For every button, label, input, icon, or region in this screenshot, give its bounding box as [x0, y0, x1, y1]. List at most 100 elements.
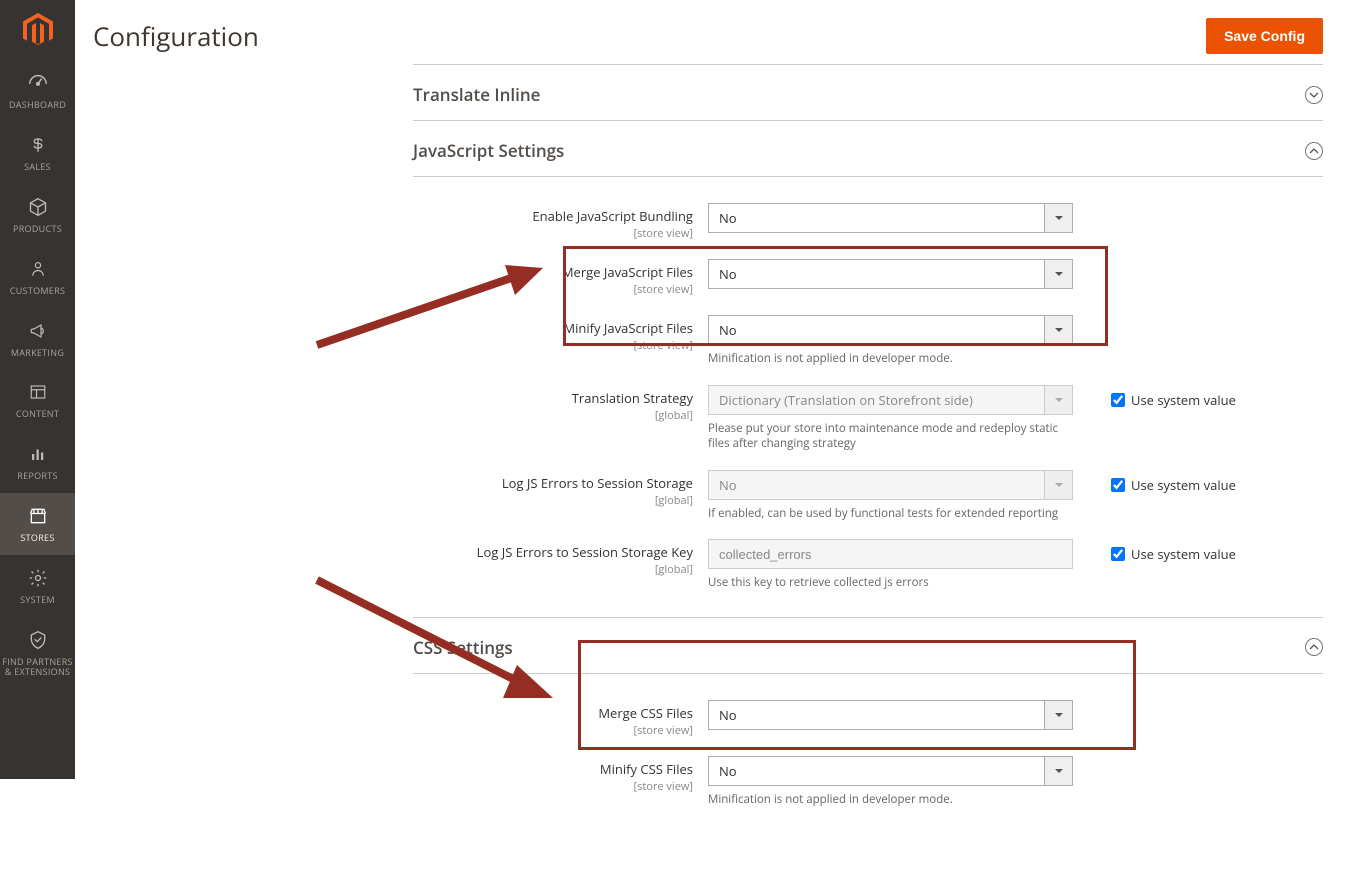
field-merge-js-files: Merge JavaScript Files [store view] No: [413, 259, 1323, 297]
log-js-errors-key-input: [708, 539, 1073, 569]
enable-js-bundling-select[interactable]: No: [708, 203, 1073, 233]
sidebar-item-stores[interactable]: STORES: [0, 493, 75, 555]
section-title: CSS Settings: [413, 636, 513, 659]
field-note: Minification is not applied in developer…: [708, 351, 1073, 367]
use-system-value-checkbox[interactable]: [1111, 478, 1125, 492]
javascript-settings-fields: Enable JavaScript Bundling [store view] …: [413, 177, 1323, 618]
sidebar-item-label: CONTENT: [16, 409, 59, 419]
field-label: Minify JavaScript Files [store view]: [413, 315, 708, 353]
sidebar-item-label: STORES: [20, 533, 54, 543]
magento-logo-icon[interactable]: [0, 0, 75, 60]
field-scope: [global]: [413, 562, 693, 577]
sidebar-item-label: REPORTS: [17, 471, 58, 481]
sidebar-item-label: DASHBOARD: [9, 100, 66, 110]
box-icon: [28, 194, 48, 220]
dropdown-arrow-icon: [1044, 204, 1072, 232]
field-scope: [store view]: [413, 779, 693, 794]
dropdown-arrow-icon: [1044, 316, 1072, 344]
sidebar-item-content[interactable]: CONTENT: [0, 369, 75, 431]
use-system-value-checkbox[interactable]: [1111, 547, 1125, 561]
chevron-down-icon: [1305, 86, 1323, 104]
select-value: No: [719, 706, 737, 724]
field-scope: [store view]: [413, 282, 693, 297]
dropdown-arrow-icon: [1044, 471, 1072, 499]
storefront-icon: [27, 503, 49, 529]
use-system-value-label[interactable]: Use system value: [1131, 391, 1236, 409]
field-label: Minify CSS Files [store view]: [413, 756, 708, 794]
person-icon: [29, 256, 47, 282]
field-note: Minification is not applied in developer…: [708, 792, 1073, 808]
use-system-value-wrap: Use system value: [1111, 385, 1236, 409]
sidebar-item-label: CUSTOMERS: [10, 286, 65, 296]
field-note: Please put your store into maintenance m…: [708, 421, 1073, 452]
use-system-value-wrap: Use system value: [1111, 470, 1236, 494]
sidebar-item-marketing[interactable]: MARKETING: [0, 308, 75, 370]
bar-chart-icon: [28, 441, 48, 467]
sidebar-item-dashboard[interactable]: DASHBOARD: [0, 60, 75, 122]
merge-js-files-select[interactable]: No: [708, 259, 1073, 289]
page-header: Configuration Save Config: [75, 0, 1351, 64]
field-label: Log JS Errors to Session Storage [global…: [413, 470, 708, 508]
page-title: Configuration: [93, 18, 259, 54]
dropdown-arrow-icon: [1044, 260, 1072, 288]
field-label: Log JS Errors to Session Storage Key [gl…: [413, 539, 708, 577]
label-text: Log JS Errors to Session Storage: [502, 474, 693, 492]
field-scope: [store view]: [413, 723, 693, 738]
dropdown-arrow-icon: [1044, 757, 1072, 785]
dropdown-arrow-icon: [1044, 386, 1072, 414]
section-title: Translate Inline: [413, 83, 540, 106]
field-label: Enable JavaScript Bundling [store view]: [413, 203, 708, 241]
sidebar-item-reports[interactable]: REPORTS: [0, 431, 75, 493]
partners-icon: [28, 627, 48, 653]
field-minify-css-files: Minify CSS Files [store view] No Minific…: [413, 756, 1323, 808]
field-merge-css-files: Merge CSS Files [store view] No: [413, 700, 1323, 738]
label-text: Minify JavaScript Files: [563, 319, 693, 337]
field-translation-strategy: Translation Strategy [global] Dictionary…: [413, 385, 1323, 452]
gauge-icon: [27, 70, 49, 96]
sidebar-item-label: MARKETING: [11, 348, 64, 358]
label-text: Merge JavaScript Files: [562, 263, 693, 281]
field-label: Translation Strategy [global]: [413, 385, 708, 423]
select-value: Dictionary (Translation on Storefront si…: [719, 391, 973, 409]
select-value: No: [719, 476, 737, 494]
sidebar-item-system[interactable]: SYSTEM: [0, 555, 75, 617]
chevron-up-icon: [1305, 142, 1323, 160]
section-header-css-settings[interactable]: CSS Settings: [413, 618, 1323, 674]
field-log-js-errors-key: Log JS Errors to Session Storage Key [gl…: [413, 539, 1323, 591]
dollar-icon: [29, 132, 47, 158]
use-system-value-label[interactable]: Use system value: [1131, 545, 1236, 563]
field-label: Merge JavaScript Files [store view]: [413, 259, 708, 297]
config-content: Translate Inline JavaScript Settings Ena…: [75, 64, 1351, 885]
chevron-up-icon: [1305, 638, 1323, 656]
translation-strategy-select: Dictionary (Translation on Storefront si…: [708, 385, 1073, 415]
megaphone-icon: [28, 318, 48, 344]
label-text: Minify CSS Files: [600, 760, 693, 778]
select-value: No: [719, 265, 737, 283]
sidebar-item-customers[interactable]: CUSTOMERS: [0, 246, 75, 308]
section-header-translate-inline[interactable]: Translate Inline: [413, 64, 1323, 121]
label-text: Translation Strategy: [572, 389, 693, 407]
field-enable-js-bundling: Enable JavaScript Bundling [store view] …: [413, 203, 1323, 241]
field-scope: [store view]: [413, 338, 693, 353]
gear-icon: [28, 565, 48, 591]
merge-css-files-select[interactable]: No: [708, 700, 1073, 730]
section-header-javascript-settings[interactable]: JavaScript Settings: [413, 121, 1323, 177]
save-config-button[interactable]: Save Config: [1206, 18, 1323, 54]
select-value: No: [719, 762, 737, 780]
sidebar-item-label: SALES: [24, 162, 51, 172]
css-settings-fields: Merge CSS Files [store view] No: [413, 674, 1323, 846]
field-scope: [store view]: [413, 226, 693, 241]
minify-css-files-select[interactable]: No: [708, 756, 1073, 786]
field-log-js-errors: Log JS Errors to Session Storage [global…: [413, 470, 1323, 522]
use-system-value-wrap: Use system value: [1111, 539, 1236, 563]
sidebar-item-sales[interactable]: SALES: [0, 122, 75, 184]
sidebar-item-products[interactable]: PRODUCTS: [0, 184, 75, 246]
section-title: JavaScript Settings: [413, 139, 564, 162]
minify-js-files-select[interactable]: No: [708, 315, 1073, 345]
sidebar-item-find-partners[interactable]: FIND PARTNERS & EXTENSIONS: [0, 617, 75, 689]
field-minify-js-files: Minify JavaScript Files [store view] No …: [413, 315, 1323, 367]
use-system-value-checkbox[interactable]: [1111, 393, 1125, 407]
field-note: If enabled, can be used by functional te…: [708, 506, 1073, 522]
sidebar-item-label: FIND PARTNERS & EXTENSIONS: [2, 657, 73, 677]
use-system-value-label[interactable]: Use system value: [1131, 476, 1236, 494]
